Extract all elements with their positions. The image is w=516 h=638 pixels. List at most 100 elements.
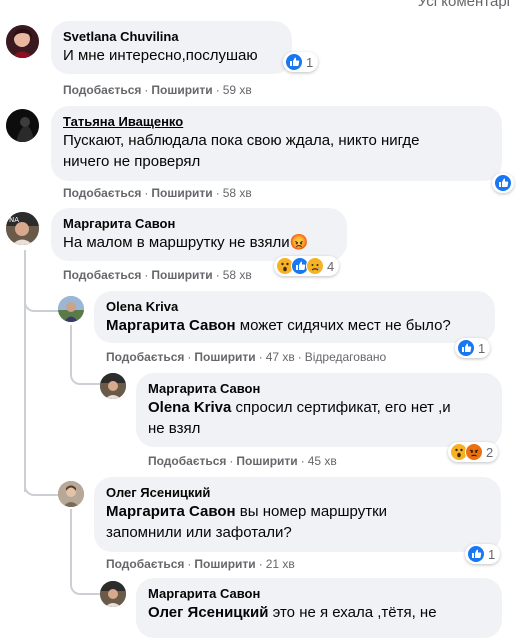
separator: · [215,83,220,97]
timestamp[interactable]: 59 хв [223,83,252,97]
reply-author[interactable]: Олег Ясеницкий [106,484,489,501]
comment-bubble: Татьяна Иващенко Пускают, наблюдала пока… [51,106,502,181]
mention-link[interactable]: Маргарита Савон [106,503,236,520]
reaction-summary[interactable]: 1 [455,338,491,358]
angry-emoji: 😡 [289,234,309,251]
comment-text-line: Пускают, наблюдала пока свою ждала, никт… [63,132,420,149]
separator: · [187,350,192,364]
share-action[interactable]: Поширити [194,350,255,364]
reply-text-body: это не я ехала ,тётя, не [268,604,437,621]
separator: · [229,454,234,468]
comment-author[interactable]: Svetlana Chuvilina [63,28,280,45]
share-action[interactable]: Поширити [194,557,255,571]
like-action[interactable]: Подобається [106,350,184,364]
separator: · [187,557,192,571]
reply-actions: Подобається · Поширити · 47 хв · Відредаговано [106,349,386,365]
reaction-summary[interactable] [492,173,514,193]
reaction-count: 1 [478,340,486,356]
avatar[interactable] [58,481,84,507]
mention-link[interactable]: Маргарита Савон [106,317,236,334]
reaction-summary[interactable]: 1 [465,544,501,564]
comment-actions: Подобається · Поширити · 58 хв [63,185,252,201]
mention-link[interactable]: Олег Ясеницкий [148,604,268,621]
share-action[interactable]: Поширити [151,186,212,200]
comment-author[interactable]: Татьяна Иващенко [63,113,490,130]
separator: · [300,454,305,468]
thread-elbow-2 [24,440,60,496]
reply-text-line: не взял [148,420,201,437]
reply-bubble: Маргарита Савон Олег Ясеницкий это не я … [136,578,502,638]
share-action[interactable]: Поширити [151,83,212,97]
like-action[interactable]: Подобається [106,557,184,571]
edited-label: Відредаговано [304,350,387,364]
separator: · [215,186,220,200]
reply-author[interactable]: Маргарита Савон [148,380,490,397]
avatar[interactable] [58,296,84,322]
mention-link[interactable]: Olena Kriva [148,399,231,416]
reaction-summary[interactable]: 4 [274,256,340,276]
reply-text: Маргарита Савон может сидячих мест не бы… [106,315,483,336]
comment-bubble: Маргарита Савон На малом в маршрутку не … [51,208,347,261]
reply-text-line: запомнили или зафотали? [106,524,292,541]
reaction-count: 4 [327,258,335,274]
reply-text: Маргарита Савон вы номер маршрутки [106,501,489,522]
reply-text-body: может сидячих мест не было? [235,317,451,334]
separator: · [144,186,149,200]
like-action[interactable]: Подобається [63,186,141,200]
reply-text: Олег Ясеницкий это не я ехала ,тётя, не [148,602,490,623]
sad-icon [306,257,324,275]
separator: · [215,268,220,282]
comment-author[interactable]: Маргарита Савон [63,215,335,232]
like-action[interactable]: Подобається [148,454,226,468]
angry-icon [465,443,483,461]
thread-elbow-3 [70,345,100,385]
share-action[interactable]: Поширити [236,454,297,468]
reply-bubble: Олег Ясеницкий Маргарита Савон вы номер … [94,477,501,552]
timestamp[interactable]: 45 хв [308,454,337,468]
reply-author[interactable]: Маргарита Савон [148,585,490,602]
reaction-summary[interactable]: 1 [283,52,319,72]
avatar[interactable]: NA [6,212,39,245]
reply-bubble: Olena Kriva Маргарита Савон может сидячи… [94,291,495,343]
timestamp[interactable]: 58 хв [223,268,252,282]
separator: · [258,557,263,571]
reaction-count: 1 [306,54,314,70]
separator: · [297,350,302,364]
timestamp[interactable]: 58 хв [223,186,252,200]
comment-text-line: ничего не проверял [63,153,201,170]
thread-elbow-1 [24,250,60,312]
like-icon [457,339,475,357]
comment-actions: Подобається · Поширити · 59 хв [63,82,252,98]
like-action[interactable]: Подобається [63,268,141,282]
svg-text:NA: NA [9,216,19,224]
thread-elbow-4 [70,555,100,595]
like-icon [494,174,512,192]
reply-bubble: Маргарита Савон Olena Kriva спросил серт… [136,373,502,447]
timestamp[interactable]: 47 хв [266,350,295,364]
reply-actions: Подобається · Поширити · 45 хв [148,453,337,469]
separator: · [144,268,149,282]
timestamp[interactable]: 21 хв [266,557,295,571]
avatar[interactable] [100,581,126,607]
separator: · [258,350,263,364]
avatar[interactable] [100,373,126,399]
like-icon [467,545,485,563]
reply-text-body: вы номер маршрутки [235,503,388,520]
comment-actions: Подобається · Поширити · 58 хв [63,267,252,283]
share-action[interactable]: Поширити [151,268,212,282]
reaction-summary[interactable]: 2 [448,442,499,462]
all-comments-link[interactable]: Усі коментарі [418,0,510,10]
avatar[interactable] [6,109,39,142]
separator: · [144,83,149,97]
reply-text: Olena Kriva спросил сертификат, его нет … [148,397,490,418]
reply-actions: Подобається · Поширити · 21 хв [106,556,295,572]
reaction-count: 1 [488,546,496,562]
comment-text: И мне интересно,послушаю [63,47,258,64]
avatar[interactable] [6,25,39,58]
reply-author[interactable]: Olena Kriva [106,298,483,315]
comment-text: На малом в маршрутку не взяли😡 [63,232,335,253]
like-action[interactable]: Подобається [63,83,141,97]
like-icon [285,53,303,71]
comment-text-body: На малом в маршрутку не взяли [63,234,290,251]
comment-bubble: Svetlana Chuvilina И мне интересно,послу… [51,21,292,74]
